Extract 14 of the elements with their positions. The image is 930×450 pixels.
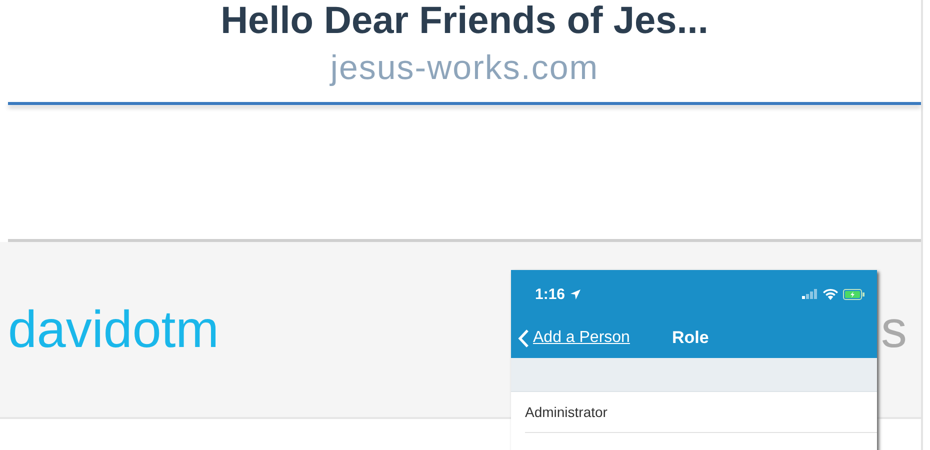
battery-charging-icon <box>843 288 865 300</box>
wifi-icon <box>823 288 838 300</box>
location-arrow-icon <box>570 288 582 300</box>
signal-icon <box>802 289 818 299</box>
page-title: Hello Dear Friends of Jes... <box>220 0 708 42</box>
site-domain: jesus-works.com <box>330 48 599 89</box>
twitter-handle: davidotm <box>8 300 219 360</box>
status-time: 1:16 <box>535 286 566 302</box>
back-label: Add a Person <box>533 329 630 347</box>
screen-title: Role <box>672 328 709 348</box>
role-option[interactable]: Administrator <box>525 392 877 433</box>
banner-text: s <box>881 300 907 360</box>
back-link[interactable]: Add a Person <box>518 328 630 348</box>
back-chevron-icon <box>518 328 529 348</box>
